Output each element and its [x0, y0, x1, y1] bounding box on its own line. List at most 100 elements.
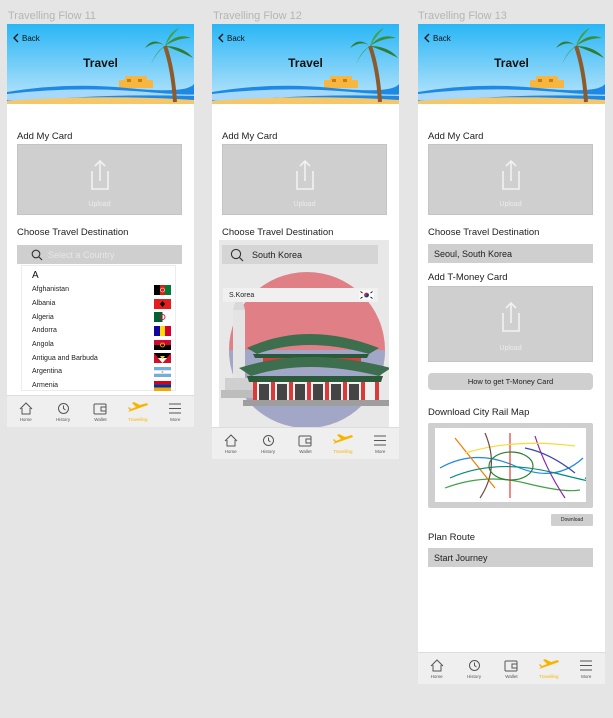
tab-label: Travelling — [333, 449, 353, 454]
start-journey-button[interactable]: Start Journey — [428, 548, 593, 567]
tab-more[interactable]: More — [160, 402, 190, 422]
phone-flow-12: Back Travel Add My Card Upload Choose Tr… — [212, 24, 399, 459]
back-button[interactable]: Back — [423, 33, 451, 43]
tab-label: More — [581, 674, 592, 679]
antigua-flag-icon — [154, 353, 171, 364]
tab-history[interactable]: History — [48, 402, 78, 422]
history-icon — [58, 403, 70, 414]
country-name: Antigua and Barbuda — [32, 354, 98, 362]
upload-icon — [501, 301, 521, 333]
list-item[interactable]: Armenia — [22, 379, 175, 393]
destination-label: Choose Travel Destination — [17, 227, 129, 238]
frame-title-11: Travelling Flow 11 — [8, 10, 97, 22]
menu-icon — [169, 403, 182, 414]
list-item[interactable]: Afghanistan — [22, 283, 175, 297]
tab-more[interactable]: More — [365, 434, 395, 454]
upload-icon — [90, 159, 110, 191]
home-icon — [224, 434, 238, 447]
search-icon — [31, 249, 43, 260]
tab-bar: Home History Wallet Travelling More — [7, 395, 194, 427]
tab-travelling[interactable]: Travelling — [328, 434, 358, 454]
chevron-left-icon — [218, 33, 224, 43]
tab-label: Home — [224, 449, 237, 454]
destination-label: Choose Travel Destination — [428, 227, 540, 238]
add-card-label: Add My Card — [428, 131, 484, 142]
list-item[interactable]: Albania — [22, 297, 175, 311]
back-label: Back — [22, 33, 40, 43]
country-name: Andorra — [32, 327, 57, 335]
tab-history[interactable]: History — [459, 659, 489, 679]
country-list[interactable]: A Afghanistan Albania Algeria Andorra An… — [21, 265, 176, 391]
phone-flow-13: Back Travel Add My Card Upload Choose Tr… — [418, 24, 605, 684]
tab-label: History — [56, 417, 71, 422]
plan-route-label: Plan Route — [428, 532, 476, 543]
rail-map-preview[interactable] — [428, 423, 593, 508]
card-upload-box[interactable]: Upload — [222, 144, 387, 215]
tab-history[interactable]: History — [253, 434, 283, 454]
card-upload-box[interactable]: Upload — [428, 144, 593, 215]
back-label: Back — [227, 33, 245, 43]
page-title: Travel — [288, 56, 323, 70]
tab-more[interactable]: More — [571, 659, 601, 679]
south-korea-flag-icon — [359, 290, 374, 300]
afghanistan-flag-icon — [154, 284, 171, 295]
result-label: S.Korea — [229, 291, 255, 299]
how-to-get-tmoney-button[interactable]: How to get T-Money Card — [428, 373, 593, 390]
card-upload-box[interactable]: Upload — [17, 144, 182, 215]
airplane-icon — [332, 434, 353, 444]
page-title: Travel — [494, 56, 529, 70]
airplane-icon — [538, 659, 559, 669]
tab-wallet[interactable]: Wallet — [85, 402, 115, 422]
upload-label: Upload — [499, 201, 522, 208]
wallet-icon — [504, 660, 518, 672]
tmoney-upload-box[interactable]: Upload — [428, 286, 593, 362]
tab-label: Travelling — [539, 674, 559, 679]
destination-field[interactable]: Seoul, South Korea — [428, 244, 593, 263]
tab-home[interactable]: Home — [11, 402, 41, 422]
country-search-input[interactable]: Select a Country — [17, 245, 182, 264]
andorra-flag-icon — [154, 325, 171, 336]
tab-label: Travelling — [128, 417, 148, 422]
tab-travelling[interactable]: Travelling — [534, 659, 564, 679]
search-placeholder: Select a Country — [48, 249, 115, 260]
country-search-input[interactable]: South Korea — [222, 245, 378, 264]
tab-wallet[interactable]: Wallet — [496, 659, 526, 679]
tab-home[interactable]: Home — [422, 659, 452, 679]
download-map-button[interactable]: Download — [551, 514, 593, 526]
back-button[interactable]: Back — [12, 33, 40, 43]
argentina-flag-icon — [154, 366, 171, 377]
angola-flag-icon — [154, 339, 171, 350]
menu-icon — [374, 435, 387, 446]
header-banner: Back Travel — [212, 24, 399, 104]
search-result-item[interactable]: S.Korea — [223, 288, 378, 302]
subway-map-image — [435, 428, 586, 502]
list-item[interactable]: Antigua and Barbuda — [22, 351, 175, 365]
country-name: Albania — [32, 300, 56, 308]
back-label: Back — [433, 33, 451, 43]
tmoney-label: Add T-Money Card — [428, 272, 508, 283]
start-journey-label: Start Journey — [434, 552, 488, 563]
destination-value: Seoul, South Korea — [434, 248, 513, 259]
upload-icon — [295, 159, 315, 191]
list-item[interactable]: Algeria — [22, 310, 175, 324]
list-item[interactable]: Angola — [22, 338, 175, 352]
tab-home[interactable]: Home — [216, 434, 246, 454]
korea-palace-illustration — [221, 272, 389, 428]
tab-label: Wallet — [505, 674, 518, 679]
airplane-icon — [127, 402, 148, 412]
list-item[interactable]: Andorra — [22, 324, 175, 338]
tab-label: Wallet — [94, 417, 107, 422]
albania-flag-icon — [154, 298, 171, 309]
tab-label: Wallet — [299, 449, 312, 454]
country-name: Afghanistan — [32, 286, 69, 294]
home-icon — [430, 659, 444, 672]
tab-wallet[interactable]: Wallet — [290, 434, 320, 454]
tab-travelling[interactable]: Travelling — [123, 402, 153, 422]
add-card-label: Add My Card — [17, 131, 73, 142]
list-item[interactable]: Argentina — [22, 365, 175, 379]
back-button[interactable]: Back — [217, 33, 245, 43]
wallet-icon — [93, 403, 107, 415]
tab-label: History — [261, 449, 276, 454]
home-icon — [19, 402, 33, 415]
country-name: Argentina — [32, 368, 62, 376]
